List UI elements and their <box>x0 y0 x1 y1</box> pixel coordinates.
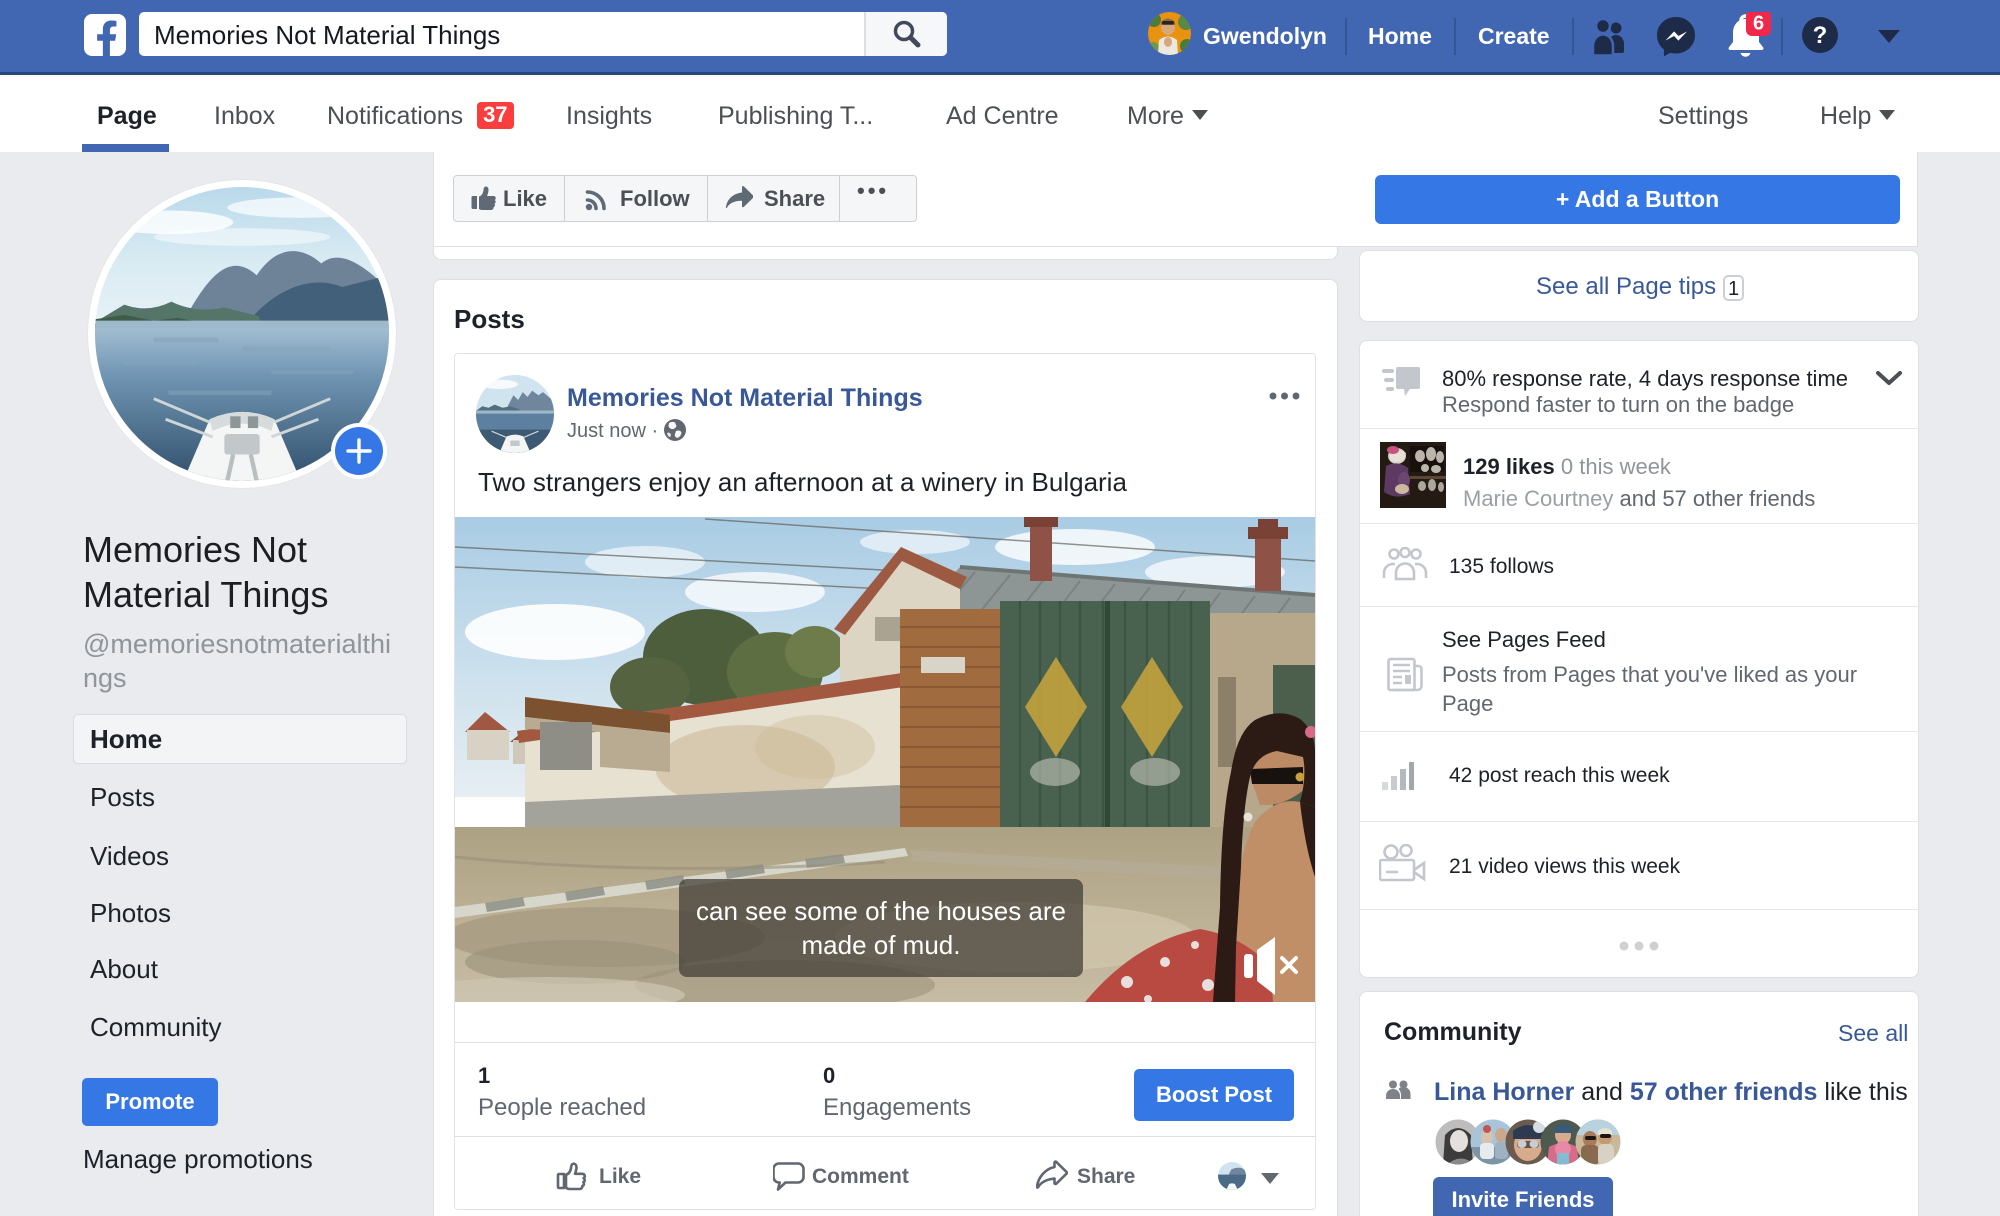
svg-text:?: ? <box>1813 22 1828 49</box>
svg-text:6: 6 <box>1753 13 1764 35</box>
